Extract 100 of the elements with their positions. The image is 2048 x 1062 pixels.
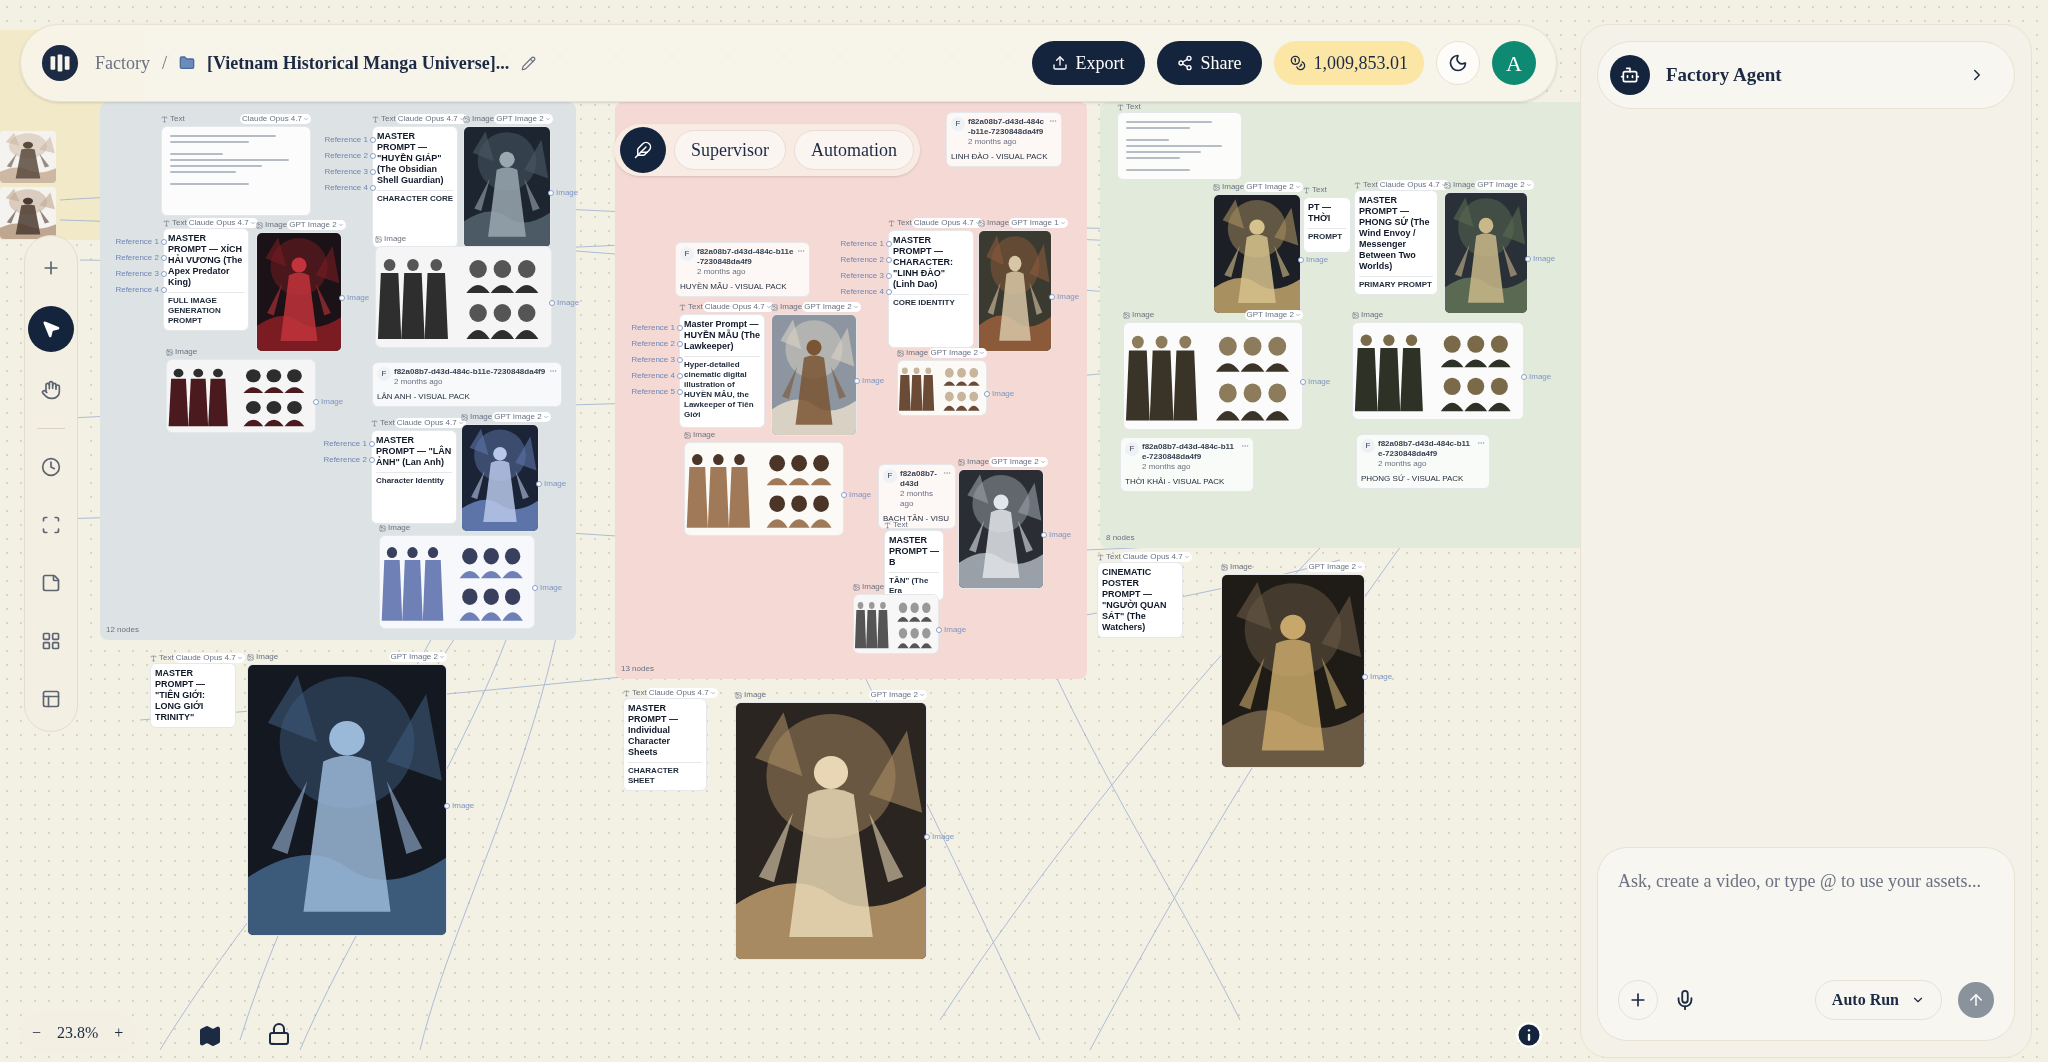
- text-node[interactable]: PT — THỜI PROMPT: [1303, 197, 1351, 253]
- frame-icon: [41, 515, 61, 535]
- chat-input[interactable]: Ask, create a video, or type @ to use your assets...: [1618, 868, 1994, 980]
- more-icon[interactable]: [943, 469, 951, 477]
- model-selector[interactable]: GPT Image 2: [492, 412, 551, 422]
- text-icon: [1117, 103, 1124, 111]
- model-selector[interactable]: Claude Opus 4.7: [702, 302, 774, 312]
- input-port[interactable]: [369, 441, 375, 447]
- pen-button[interactable]: [620, 127, 666, 173]
- input-port[interactable]: [677, 373, 683, 379]
- visual-pack-card[interactable]: F f82a08b7-d43d-484c-b11e-7230848da4f9 2 months ago LÂN ANH - VISUAL PACK: [372, 362, 562, 407]
- export-button[interactable]: Export: [1031, 41, 1145, 85]
- text-node[interactable]: CINEMATIC POSTER PROMPT — "NGƯỜI QUAN SÁT" (The Watchers): [1097, 562, 1183, 638]
- input-port[interactable]: [886, 241, 892, 247]
- model-selector[interactable]: Claude Opus 4.7: [186, 218, 258, 228]
- text-node[interactable]: MASTER PROMPT — B TẦN" (The Era: [884, 530, 944, 601]
- map-icon[interactable]: [198, 1024, 222, 1048]
- input-port[interactable]: [677, 325, 683, 331]
- model-selector[interactable]: Claude Opus 4.7: [395, 114, 467, 124]
- output-port[interactable]: [1049, 294, 1055, 300]
- model-selector[interactable]: Claude Opus 4.7: [1377, 180, 1449, 190]
- input-port[interactable]: [677, 341, 683, 347]
- node-type-label: Image: [256, 652, 279, 662]
- input-port[interactable]: [370, 185, 376, 191]
- model-selector[interactable]: GPT Image 2: [1244, 310, 1303, 320]
- more-icon[interactable]: [797, 247, 805, 255]
- user-avatar[interactable]: A: [1492, 41, 1536, 85]
- output-port[interactable]: [1362, 674, 1368, 680]
- input-port[interactable]: [369, 457, 375, 463]
- agent-header[interactable]: Factory Agent: [1597, 41, 2015, 109]
- input-port[interactable]: [161, 255, 167, 261]
- model-selector[interactable]: Claude Opus 4.7: [1120, 552, 1192, 562]
- model-selector[interactable]: GPT Image 2: [802, 302, 861, 312]
- visual-pack-card[interactable]: F f82a08b7-d43d-484c-b11e-7230848da4f9 2 months ago LINH ĐÀO - VISUAL PACK: [946, 112, 1062, 167]
- model-selector[interactable]: GPT Image 2: [1306, 562, 1365, 572]
- output-port[interactable]: [444, 803, 450, 809]
- text-node[interactable]: [1117, 112, 1242, 180]
- credits-badge[interactable]: 1,009,853.01: [1273, 41, 1424, 85]
- output-port[interactable]: [339, 295, 345, 301]
- port-label: Image: [1049, 529, 1072, 541]
- text-node[interactable]: MASTER PROMPT — "TIÊN GIỚI: LONG GIỚI TRINITY": [150, 663, 236, 728]
- text-node[interactable]: MASTER PROMPT — Individual Character Sheets CHARACTER SHEET: [623, 698, 707, 791]
- rename-icon[interactable]: [521, 55, 537, 71]
- input-port[interactable]: [886, 289, 892, 295]
- output-port[interactable]: [1298, 257, 1304, 263]
- model-selector[interactable]: Claude Opus 4.7: [646, 688, 718, 698]
- send-button[interactable]: [1958, 982, 1994, 1018]
- info-icon[interactable]: [1515, 1021, 1543, 1049]
- model-selector[interactable]: GPT Image 2: [1475, 180, 1534, 190]
- input-port[interactable]: [886, 273, 892, 279]
- breadcrumb-link[interactable]: Factory: [95, 49, 150, 77]
- model-selector[interactable]: Claude Opus 4.7: [173, 653, 245, 663]
- input-port[interactable]: [161, 239, 167, 245]
- input-port[interactable]: [161, 287, 167, 293]
- text-node[interactable]: MASTER PROMPT — PHONG SỨ (The Wind Envoy / Messenger Between Two Worlds) PRIMARY PROMPT: [1354, 190, 1438, 295]
- model-selector[interactable]: GPT Image 2: [1244, 182, 1303, 192]
- output-port[interactable]: [1041, 532, 1047, 538]
- mode-button[interactable]: Supervisor: [674, 130, 786, 170]
- pack-title: BẠCH TẦN - VISU: [883, 513, 951, 523]
- input-port[interactable]: [370, 169, 376, 175]
- input-port[interactable]: [370, 153, 376, 159]
- model-selector[interactable]: GPT Image 1: [1009, 218, 1068, 228]
- more-icon[interactable]: [1241, 442, 1249, 450]
- chat-composer[interactable]: Ask, create a video, or type @ to use your assets... Auto Run: [1597, 847, 2015, 1041]
- model-selector[interactable]: GPT Image 2: [494, 114, 553, 124]
- model-selector[interactable]: Claude Opus 4.7: [239, 114, 311, 124]
- visual-pack-card[interactable]: F f82a08b7-d43d-484c-b11e-7230848da4f9 2 months ago HUYỀN MẪU - VISUAL PACK: [675, 242, 810, 297]
- zoom-in-button[interactable]: +: [114, 1021, 124, 1045]
- model-selector[interactable]: Claude Opus 4.7: [911, 218, 983, 228]
- visual-pack-card[interactable]: F f82a08b7-d43d-484c-b11e-7230848da4f9 2 months ago PHONG SỨ - VISUAL PACK: [1356, 434, 1490, 489]
- model-selector[interactable]: GPT Image 2: [928, 348, 987, 358]
- input-port[interactable]: [161, 271, 167, 277]
- input-port[interactable]: [886, 257, 892, 263]
- output-port[interactable]: [924, 834, 930, 840]
- zoom-out-button[interactable]: −: [32, 1021, 42, 1045]
- model-selector[interactable]: Claude Opus 4.7: [394, 418, 466, 428]
- model-selector[interactable]: GPT Image 2: [287, 220, 346, 230]
- more-icon[interactable]: [549, 367, 557, 375]
- node-group[interactable]: [615, 102, 1087, 679]
- input-port[interactable]: [370, 137, 376, 143]
- tool-button[interactable]: [28, 306, 74, 352]
- output-port[interactable]: [1525, 256, 1531, 262]
- pack-time: 2 months ago: [697, 267, 747, 277]
- lock-icon[interactable]: [267, 1022, 291, 1046]
- more-icon[interactable]: [1049, 117, 1057, 125]
- visual-pack-card[interactable]: F f82a08b7-d43d-484c-b11e-7230848da4f9 2 months ago THỜI KHẢI - VISUAL PACK: [1120, 437, 1254, 492]
- input-port[interactable]: [677, 389, 683, 395]
- model-selector[interactable]: GPT Image 2: [868, 690, 927, 700]
- node-title: MASTER PROMPT — CHARACTER: "LINH ĐÀO" (Linh Dao): [893, 235, 954, 290]
- input-port[interactable]: [677, 357, 683, 363]
- mode-button[interactable]: Automation: [794, 130, 914, 170]
- output-port[interactable]: [536, 481, 542, 487]
- pointer-icon: [41, 319, 61, 339]
- text-node[interactable]: [161, 126, 311, 216]
- chevron-down-icon: [1357, 564, 1363, 570]
- share-button[interactable]: Share: [1156, 41, 1262, 85]
- model-selector[interactable]: GPT Image 2: [388, 652, 447, 662]
- theme-toggle[interactable]: [1436, 41, 1480, 85]
- more-icon[interactable]: [1477, 439, 1485, 447]
- model-selector[interactable]: GPT Image 2: [989, 457, 1048, 467]
